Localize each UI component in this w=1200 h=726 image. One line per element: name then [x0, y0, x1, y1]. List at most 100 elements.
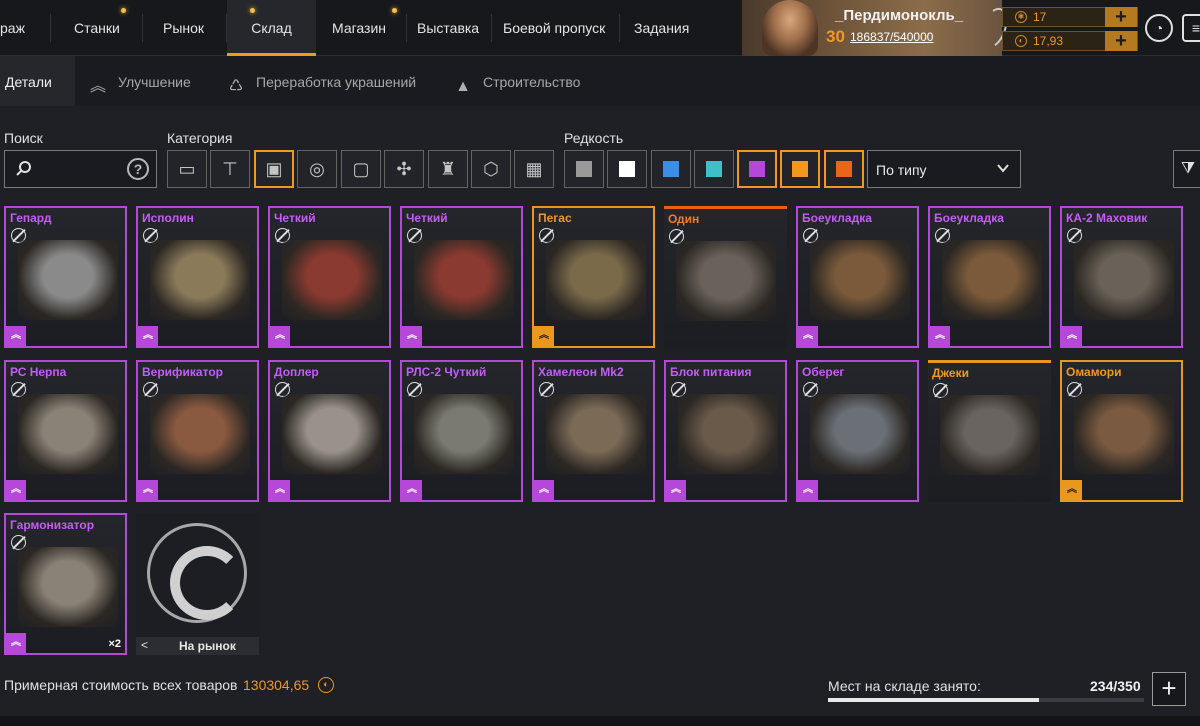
item-name: Боеукладка [802, 211, 872, 225]
category-structure-button[interactable]: ▢ [341, 150, 381, 188]
rank-chevron-icon: ︽ [798, 326, 818, 346]
category-label: Категория [167, 130, 233, 146]
part-image [282, 240, 382, 320]
nav-machines[interactable]: Станки [74, 0, 120, 56]
item-card[interactable]: КА-2 Маховик ︽ [1060, 206, 1183, 348]
part-image [1074, 240, 1174, 320]
item-name: Омамори [1066, 365, 1122, 379]
settings-icon[interactable]: ≡ [1182, 14, 1200, 42]
sort-dropdown-value: По типу [876, 162, 927, 178]
weapon-icon: ⊤ [222, 159, 238, 179]
tab-details-label: Детали [5, 74, 52, 90]
nav-battle-pass[interactable]: Боевой пропуск [503, 0, 605, 56]
market-card[interactable]: < На рынок [136, 513, 259, 655]
material-icon: ⬡ [483, 159, 499, 179]
sort-dropdown[interactable]: По типу [867, 150, 1021, 188]
expand-storage-button[interactable]: + [1152, 672, 1186, 706]
item-card[interactable]: Четкий ︽ [268, 206, 391, 348]
item-name: Четкий [274, 211, 316, 225]
tab-upgrade[interactable]: ︽ Улучшение [88, 56, 191, 106]
rarity-uncommon-button[interactable] [694, 150, 734, 188]
item-card[interactable]: Один [664, 206, 787, 348]
search-input[interactable]: ? [4, 150, 157, 188]
recycle-icon: ♺ [228, 78, 244, 95]
part-image [18, 394, 118, 474]
item-name: Гепард [10, 211, 52, 225]
item-card[interactable]: Боеукладка ︽ [796, 206, 919, 348]
speedometer-icon[interactable]: ◔ [1145, 14, 1173, 42]
nav-shop[interactable]: Магазин [332, 0, 386, 56]
rank-chevron-icon: ︽ [666, 480, 686, 500]
category-materials-button[interactable]: ⬡ [471, 150, 511, 188]
item-quantity: ×2 [108, 638, 121, 650]
tab-construction[interactable]: ▲ Строительство [453, 56, 580, 106]
item-card[interactable]: Блок питания ︽ [664, 360, 787, 502]
rank-chevron-icon: ︽ [138, 326, 158, 346]
rank-chevron-icon: ︽ [798, 480, 818, 500]
market-bar[interactable]: < На рынок [136, 637, 259, 655]
item-card[interactable]: Четкий ︽ [400, 206, 523, 348]
add-coins-button[interactable]: + [1105, 7, 1137, 27]
category-weapons-button[interactable]: ⊤ [210, 150, 250, 188]
item-card[interactable]: Доплер ︽ [268, 360, 391, 502]
category-wheels-button[interactable]: ◎ [297, 150, 337, 188]
nav-separator [491, 14, 492, 42]
rarity-swatch [576, 161, 592, 177]
item-card[interactable]: Верификатор ︽ [136, 360, 259, 502]
rank-chevron-icon: ︽ [402, 326, 422, 346]
category-paint-button[interactable]: ♜ [428, 150, 468, 188]
part-image [414, 240, 514, 320]
storage-progress-bar [828, 698, 1144, 702]
rarity-swatch [792, 161, 808, 177]
item-card[interactable]: Джеки [928, 360, 1051, 502]
category-modules-button[interactable]: ▣ [254, 150, 294, 188]
part-image [678, 394, 778, 474]
item-card[interactable]: Боеукладка ︽ [928, 206, 1051, 348]
rarity-swatch [836, 161, 852, 177]
item-name: Доплер [274, 365, 319, 379]
rarity-special-button[interactable] [651, 150, 691, 188]
rank-chevron-icon: ︽ [270, 480, 290, 500]
item-card[interactable]: Хамелеон Mk2 ︽ [532, 360, 655, 502]
nav-warehouse[interactable]: Склад [227, 0, 316, 56]
item-card[interactable]: РЛС-2 Чуткий ︽ [400, 360, 523, 502]
item-card[interactable]: Оберег ︽ [796, 360, 919, 502]
item-name: Хамелеон Mk2 [538, 365, 624, 379]
add-credits-button[interactable]: + [1105, 31, 1137, 51]
rarity-epic-button[interactable] [737, 150, 777, 188]
chevron-left-icon: < [141, 638, 149, 652]
category-cabins-button[interactable]: ▭ [167, 150, 207, 188]
rank-chevron-icon: ︽ [402, 480, 422, 500]
rarity-legendary-button[interactable] [780, 150, 820, 188]
item-card[interactable]: Гепард ︽ [4, 206, 127, 348]
item-card[interactable]: Омамори ︽ [1060, 360, 1183, 502]
nav-garage[interactable]: раж [0, 0, 25, 56]
part-image [546, 240, 646, 320]
item-card[interactable]: Исполин ︽ [136, 206, 259, 348]
item-card[interactable]: Пегас ︽ [532, 206, 655, 348]
item-card[interactable]: РС Нерпа ︽ [4, 360, 127, 502]
tab-details[interactable]: Детали [0, 56, 75, 106]
nav-market[interactable]: Рынок [163, 0, 204, 56]
item-name: Один [668, 212, 700, 226]
rarity-label: Редкость [564, 130, 624, 146]
nav-quests[interactable]: Задания [634, 0, 689, 56]
filter-settings-button[interactable]: ⧩ [1173, 150, 1200, 188]
player-experience: 186837/540000 [850, 30, 934, 44]
item-name: Верификатор [142, 365, 223, 379]
coin-icon: ✱ [1015, 11, 1027, 23]
item-card[interactable]: Гармонизатор ︽ ×2 [4, 513, 127, 655]
credit-icon: ◐ [1015, 35, 1027, 47]
category-decor-button[interactable]: ✣ [384, 150, 424, 188]
tab-decoration-recycling[interactable]: ♺ Переработка украшений [226, 56, 416, 106]
rarity-relic-button[interactable] [824, 150, 864, 188]
rarity-common-button[interactable] [564, 150, 604, 188]
category-all-button[interactable]: ▦ [514, 150, 554, 188]
nav-exhibition[interactable]: Выставка [417, 0, 479, 56]
rarity-rare-button[interactable] [607, 150, 647, 188]
crossout-logo-icon [147, 523, 247, 623]
rank-chevron-icon: ︽ [1062, 480, 1082, 500]
item-name: Джеки [932, 366, 969, 380]
help-icon[interactable]: ? [127, 158, 149, 180]
decor-icon: ✣ [396, 159, 412, 179]
